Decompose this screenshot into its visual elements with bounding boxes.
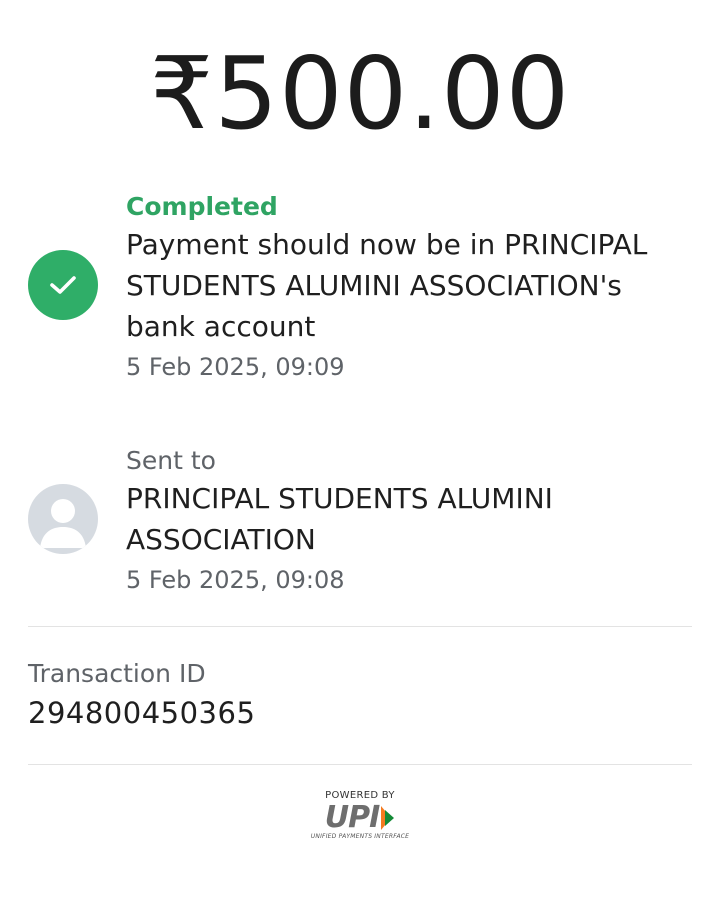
transaction-id-value[interactable]: 294800450365 xyxy=(28,692,255,734)
person-icon xyxy=(28,484,98,554)
recipient-name: PRINCIPAL STUDENTS ALUMINI ASSOCIATION xyxy=(126,482,553,556)
divider xyxy=(28,764,692,765)
check-icon xyxy=(28,250,98,320)
status-label: Completed xyxy=(126,192,278,221)
status-timestamp: 5 Feb 2025, 09:09 xyxy=(126,353,345,381)
recipient-avatar-wrapper xyxy=(28,484,98,554)
transaction-id-label: Transaction ID xyxy=(28,659,206,688)
upi-brand-text: UPI xyxy=(324,800,381,835)
recipient-timestamp: 5 Feb 2025, 09:08 xyxy=(126,566,345,594)
status-icon-wrapper xyxy=(28,250,98,320)
recipient-text: Sent to PRINCIPAL STUDENTS ALUMINI ASSOC… xyxy=(126,444,696,598)
upi-logo-inner: POWERED BY UPI UNIFIED PAYMENTS INTERFAC… xyxy=(305,790,415,841)
upi-logo: POWERED BY UPI UNIFIED PAYMENTS INTERFAC… xyxy=(0,790,720,841)
divider xyxy=(28,626,692,627)
upi-tagline: UNIFIED PAYMENTS INTERFACE xyxy=(310,833,410,840)
status-message: Payment should now be in PRINCIPAL STUDE… xyxy=(126,228,648,343)
status-text: Completed Payment should now be in PRINC… xyxy=(126,190,696,385)
upi-mark: UPI xyxy=(325,803,396,833)
transaction-section: Transaction ID 294800450365 xyxy=(28,656,255,734)
payment-amount: ₹500.00 xyxy=(149,35,571,152)
recipient-label: Sent to xyxy=(126,446,216,475)
upi-arrow-icon xyxy=(381,806,395,830)
payment-receipt: ₹500.00 Completed Payment should now be … xyxy=(0,0,720,900)
